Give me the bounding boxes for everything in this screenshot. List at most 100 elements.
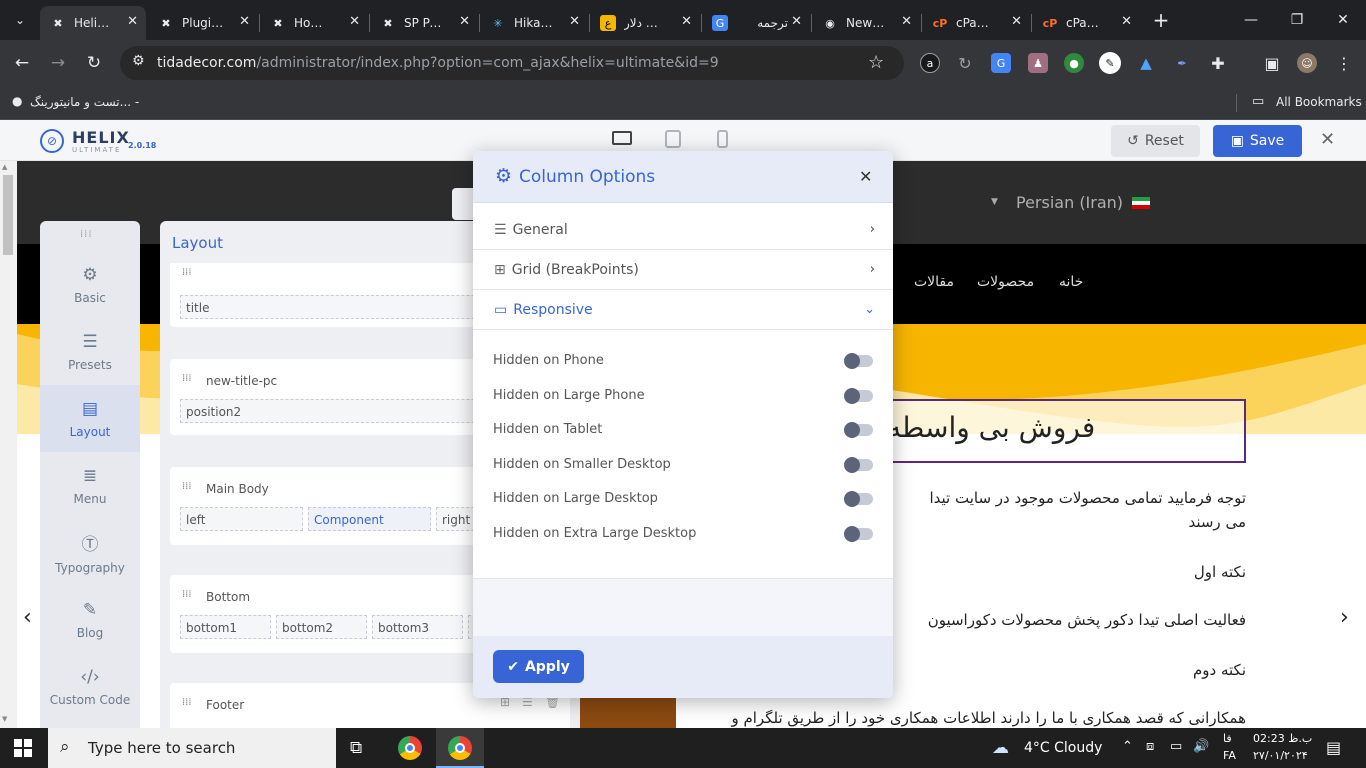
notification-icon[interactable]: ▤ xyxy=(1326,738,1341,757)
slider-next-icon[interactable]: › xyxy=(1340,605,1349,630)
tab-sppage[interactable]: ✖ SP Page Builder ✕ xyxy=(370,6,478,40)
layout-column[interactable]: bottom3 xyxy=(372,615,463,639)
close-icon[interactable]: ✕ xyxy=(349,14,360,29)
chrome-menu-icon[interactable]: ⋮ xyxy=(1334,53,1354,73)
task-view-icon[interactable]: ⧉ xyxy=(350,738,362,758)
tab-dollar[interactable]: ع قیمت دلار ✕ xyxy=(590,6,700,40)
close-window-icon[interactable]: ✕ xyxy=(1320,0,1366,40)
hidden-xl-desktop-toggle[interactable] xyxy=(844,526,873,542)
apply-button[interactable]: ✔ Apply xyxy=(493,650,584,683)
tab-cpanel-1[interactable]: cP cPanel ✕ xyxy=(922,6,1030,40)
forward-icon[interactable]: → xyxy=(43,48,73,78)
lang-fa[interactable]: FA xyxy=(1223,749,1236,762)
close-icon[interactable]: ✕ xyxy=(791,14,802,29)
extensions-puzzle-icon[interactable]: ✚ xyxy=(1208,53,1228,73)
sidebar-item-menu[interactable]: ≣ Menu xyxy=(40,452,140,519)
hidden-large-desktop-toggle[interactable] xyxy=(844,491,873,507)
hidden-smaller-desktop-toggle[interactable] xyxy=(844,457,873,473)
tab-cpanel-2[interactable]: cP cPanel ✕ xyxy=(1032,6,1140,40)
tab-plugins[interactable]: ✖ Plugins ✕ xyxy=(148,6,258,40)
save-button[interactable]: ▣ Save xyxy=(1213,125,1302,157)
extension-dropper-icon[interactable]: ✒ xyxy=(1172,53,1192,73)
reload-icon[interactable]: ↻ xyxy=(79,48,109,78)
section-responsive[interactable]: ▭ Responsive ⌄ xyxy=(473,290,893,330)
tablet-view-icon[interactable] xyxy=(665,130,681,148)
close-icon[interactable]: ✕ xyxy=(239,14,250,29)
drag-handle-icon[interactable]: ⁞⁞⁞ xyxy=(182,373,192,384)
tab-hikashop[interactable]: ✳ HikaShop ✕ xyxy=(480,6,588,40)
extension-globe-icon[interactable]: ● xyxy=(1064,53,1084,73)
nav-item-articles[interactable]: مقالات xyxy=(914,274,954,290)
layout-column[interactable]: bottom1 xyxy=(180,615,271,639)
close-icon[interactable]: ✕ xyxy=(1011,14,1022,29)
clock-date[interactable]: ۲۷/۰۱/۲۰۲۴ xyxy=(1253,749,1308,762)
profile-avatar[interactable]: ☺ xyxy=(1297,53,1317,73)
bookmark-star-icon[interactable]: ☆ xyxy=(868,52,884,73)
drag-handle-icon[interactable]: ⁞⁞⁞ xyxy=(182,267,192,278)
sidebar-item-layout[interactable]: ▤ Layout xyxy=(40,385,140,452)
extension-triangle-icon[interactable]: ▲ xyxy=(1136,53,1156,73)
volume-icon[interactable]: 🔊 xyxy=(1193,739,1209,754)
side-panel-icon[interactable]: ▣ xyxy=(1262,53,1282,73)
bookmark-item[interactable]: تست و مانیتورینگ... - xyxy=(30,95,139,109)
close-icon[interactable]: ✕ xyxy=(127,14,138,29)
site-info-icon[interactable]: ⚙ xyxy=(132,53,145,69)
drag-handle-icon[interactable]: ⁞⁞⁞ xyxy=(182,697,192,708)
chrome-active-taskbar-item[interactable] xyxy=(436,728,484,768)
clock-time[interactable]: 02:23 ب.ظ xyxy=(1253,732,1312,745)
chrome-taskbar-icon[interactable] xyxy=(398,736,422,760)
drag-handle-icon[interactable]: ⁞⁞⁞ xyxy=(182,481,192,492)
close-icon[interactable]: ✕ xyxy=(901,14,912,29)
new-tab-button[interactable]: + xyxy=(1146,5,1176,35)
vertical-scrollbar[interactable]: ▲ ▼ xyxy=(0,161,17,728)
nav-item-products[interactable]: محصولات xyxy=(977,274,1034,290)
battery-icon[interactable]: ▭ xyxy=(1170,739,1182,754)
section-general[interactable]: ☰ General › xyxy=(473,210,893,250)
address-bar[interactable]: ⚙ tidadecor.com/administrator/index.php?… xyxy=(120,46,904,80)
phone-view-icon[interactable] xyxy=(717,130,728,148)
slider-prev-icon[interactable]: ‹ xyxy=(23,605,32,630)
layout-column[interactable]: left xyxy=(180,507,303,531)
tray-chevron-icon[interactable]: ⌃ xyxy=(1122,739,1133,754)
windows-start-icon[interactable] xyxy=(14,739,32,757)
taskbar-search[interactable]: ⌕ Type here to search xyxy=(48,728,336,768)
sidebar-item-basic[interactable]: ⚙ Basic xyxy=(40,251,140,318)
back-icon[interactable]: ← xyxy=(7,48,37,78)
restore-icon[interactable]: ❐ xyxy=(1274,0,1320,40)
nav-item-home[interactable]: خانه xyxy=(1059,274,1083,290)
hidden-tablet-toggle[interactable] xyxy=(844,422,873,438)
layout-column[interactable]: bottom2 xyxy=(276,615,367,639)
desktop-view-icon[interactable] xyxy=(612,131,632,145)
extension-people-icon[interactable]: ♟ xyxy=(1028,53,1048,73)
reset-button[interactable]: ↺ Reset xyxy=(1111,125,1200,157)
close-helix-icon[interactable]: ✕ xyxy=(1320,129,1335,150)
language-select[interactable]: Persian (Iran) xyxy=(1016,193,1123,212)
tab-newtab[interactable]: ◉ New Tab ✕ xyxy=(812,6,920,40)
sidebar-item-custom-code[interactable]: ‹/› Custom Code xyxy=(40,653,140,720)
drag-handle-icon[interactable]: ⁞⁞⁞ xyxy=(182,589,192,600)
extension-translate-icon[interactable]: G xyxy=(991,53,1011,73)
modal-close-icon[interactable]: ✕ xyxy=(859,167,872,186)
tray-device-icon[interactable]: ⧈ xyxy=(1146,739,1154,754)
layout-column-component[interactable]: Component xyxy=(308,507,431,531)
extension-pen-icon[interactable]: ✎ xyxy=(1099,52,1121,74)
sidebar-item-presets[interactable]: ☰ Presets xyxy=(40,318,140,385)
hidden-phone-toggle[interactable] xyxy=(844,353,873,369)
tab-translate[interactable]: G ترجمه ✕ xyxy=(702,6,810,40)
lang-fa-short[interactable]: فا xyxy=(1223,732,1232,745)
extension-loop-icon[interactable]: ↻ xyxy=(955,53,975,73)
minimize-icon[interactable]: — xyxy=(1228,0,1274,40)
weather-text[interactable]: 4°C Cloudy xyxy=(1024,740,1102,756)
tab-home[interactable]: ✖ Home Dashboard ✕ xyxy=(260,6,368,40)
all-bookmarks-link[interactable]: All Bookmarks xyxy=(1276,95,1362,109)
close-icon[interactable]: ✕ xyxy=(1121,14,1132,29)
close-icon[interactable]: ✕ xyxy=(681,14,692,29)
tab-helix[interactable]: ✖ Helix Ultimate ✕ xyxy=(40,6,146,40)
tab-search-button[interactable]: ⌄ xyxy=(5,5,35,35)
sidebar-item-typography[interactable]: Ⓣ Typography xyxy=(40,519,140,586)
extension-a-icon[interactable]: a xyxy=(920,53,940,73)
close-icon[interactable]: ✕ xyxy=(459,14,470,29)
section-grid[interactable]: ⊞ Grid (BreakPoints) › xyxy=(473,250,893,290)
close-icon[interactable]: ✕ xyxy=(569,14,580,29)
sidebar-item-blog[interactable]: ✎ Blog xyxy=(40,586,140,653)
